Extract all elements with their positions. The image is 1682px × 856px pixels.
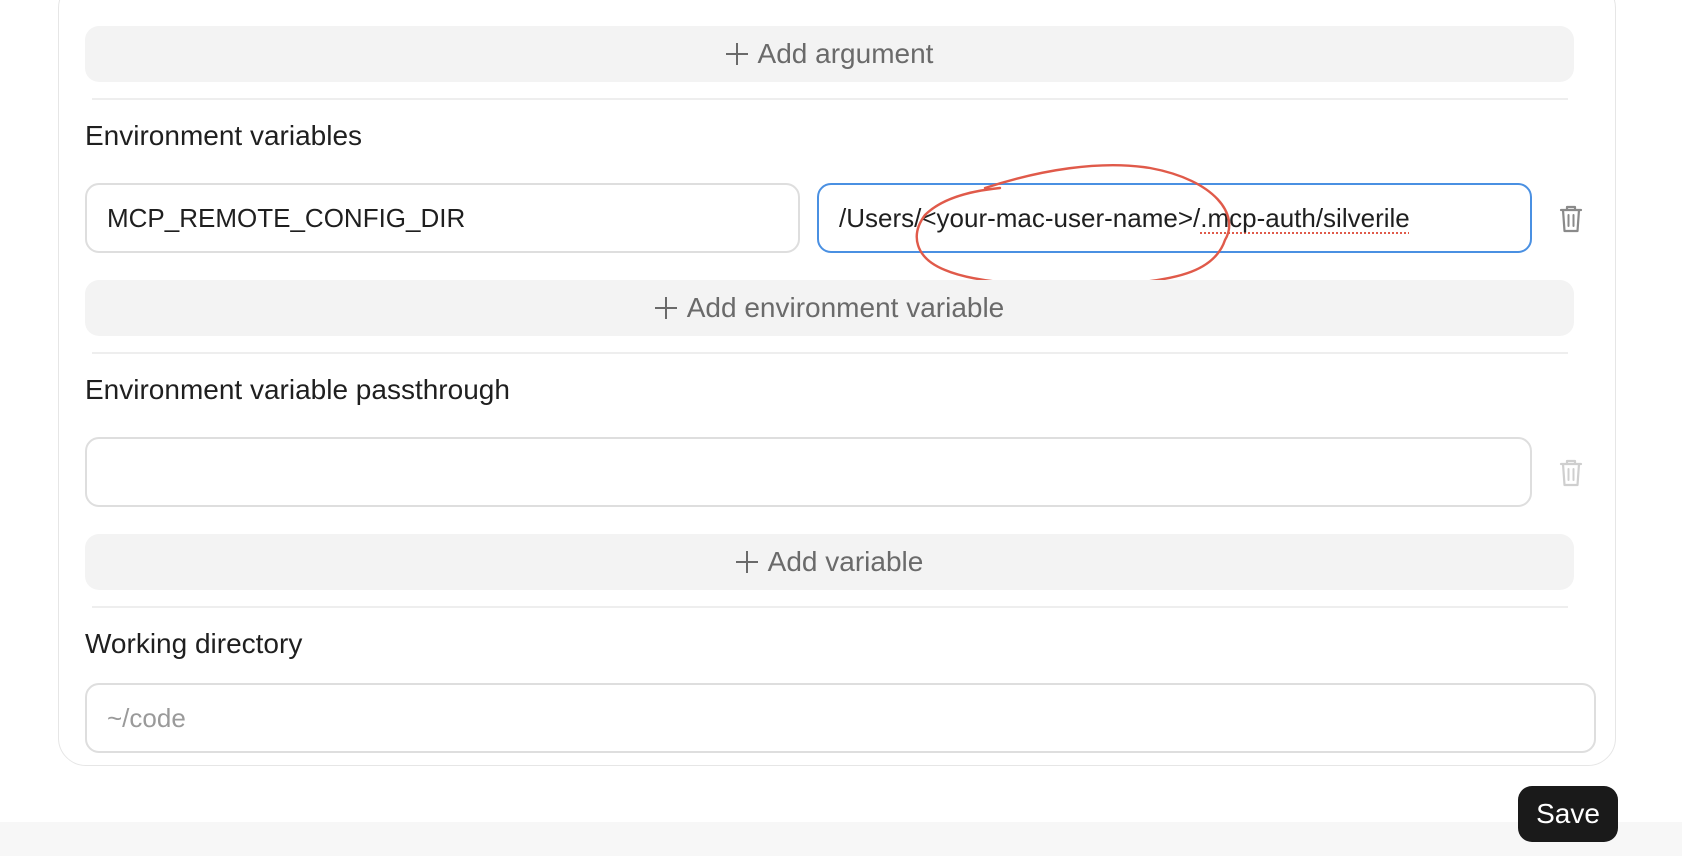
save-button[interactable]: Save <box>1518 786 1618 842</box>
section-divider <box>92 352 1568 354</box>
plus-icon <box>725 43 748 65</box>
add-variable-label: Add variable <box>767 546 924 577</box>
trash-icon[interactable] <box>1558 458 1584 488</box>
working-directory-input[interactable]: ~/code <box>85 683 1596 753</box>
env-var-value-suffix: .mcp-auth/silverile <box>1200 202 1410 233</box>
add-argument-label: Add argument <box>757 38 934 69</box>
env-var-value-username: <your-mac-user-name> <box>921 202 1193 233</box>
env-var-value-slash: / <box>1193 202 1201 233</box>
env-var-key-value: MCP_REMOTE_CONFIG_DIR <box>107 202 466 233</box>
settings-page: Add argument Environment variables MCP_R… <box>0 0 1682 856</box>
trash-icon[interactable] <box>1558 204 1584 234</box>
section-divider <box>92 606 1568 608</box>
passthrough-title: Environment variable passthrough <box>85 374 510 405</box>
env-var-value-input[interactable]: /Users/<your-mac-user-name> / .mcp-auth/si… <box>817 183 1532 253</box>
plus-icon <box>654 297 677 319</box>
section-divider <box>92 98 1568 100</box>
working-directory-placeholder: ~/code <box>107 702 186 733</box>
add-env-var-button[interactable]: Add environment variable <box>85 280 1574 336</box>
working-directory-title: Working directory <box>85 628 303 659</box>
env-var-value-prefix: /Users/ <box>839 202 922 233</box>
add-argument-button[interactable]: Add argument <box>85 26 1574 82</box>
env-vars-title: Environment variables <box>85 120 363 151</box>
save-button-label: Save <box>1536 798 1600 829</box>
plus-icon <box>735 551 758 573</box>
env-var-key-input[interactable]: MCP_REMOTE_CONFIG_DIR <box>85 183 800 253</box>
add-env-var-label: Add environment variable <box>686 292 1005 323</box>
add-variable-button[interactable]: Add variable <box>85 534 1574 590</box>
passthrough-input[interactable] <box>85 437 1532 507</box>
page-footer-band <box>0 822 1682 856</box>
